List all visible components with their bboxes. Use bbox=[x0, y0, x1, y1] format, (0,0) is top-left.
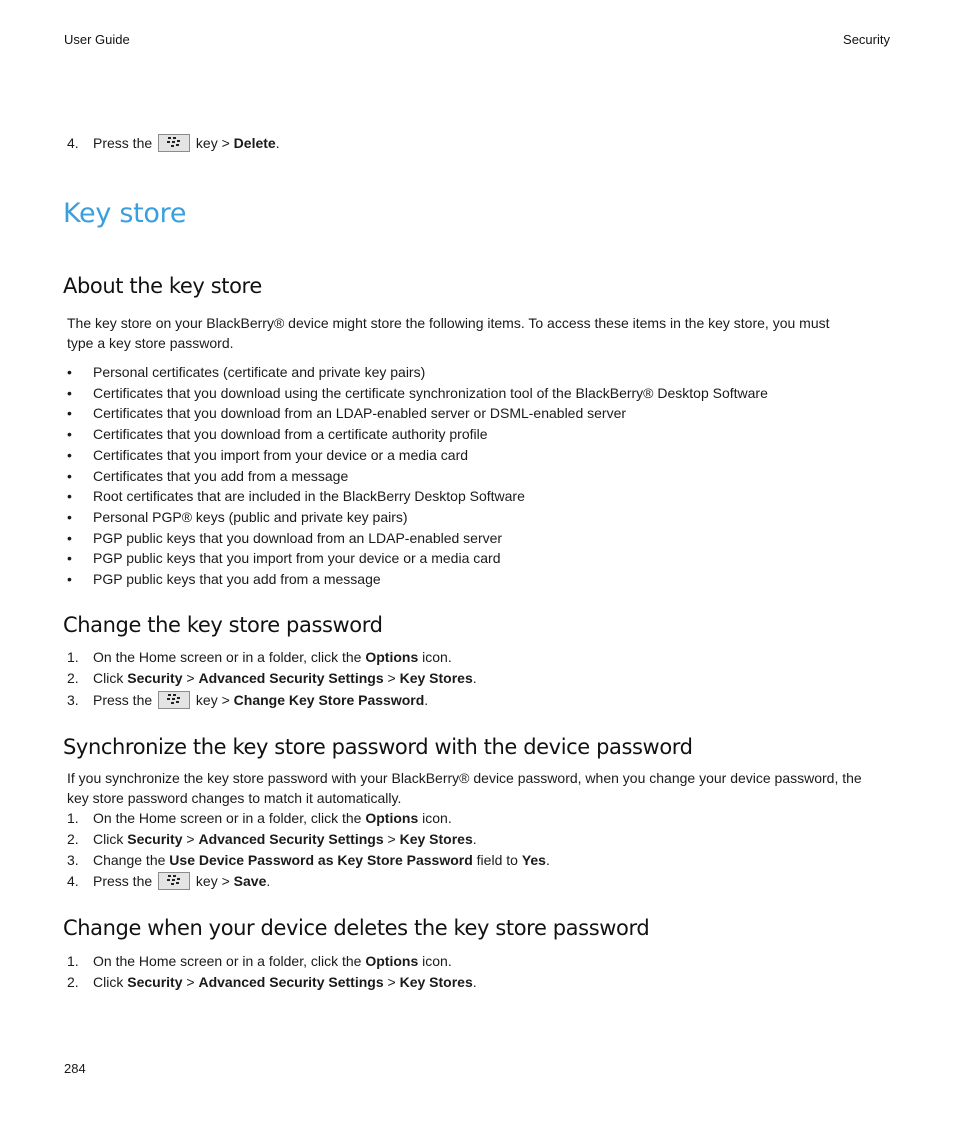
sync-intro: If you synchronize the key store passwor… bbox=[67, 770, 862, 806]
list-item: • Certificates that you add from a messag… bbox=[67, 467, 349, 484]
section-heading-about: About the key store bbox=[63, 274, 262, 298]
step-item: 1. On the Home screen or in a folder, cli… bbox=[67, 953, 452, 969]
step-item: 2. Click Security > Advanced Security Set… bbox=[67, 831, 477, 847]
list-item: • Personal certificates (certificate and … bbox=[67, 364, 426, 380]
list-item: • Certificates that you download from a c… bbox=[67, 426, 488, 443]
list-item: • Certificates that you download using th… bbox=[67, 384, 768, 401]
step-item: 4. Press the key > Save. bbox=[67, 872, 271, 890]
blackberry-menu-key-icon bbox=[158, 872, 191, 890]
page-title: Key store bbox=[63, 198, 187, 229]
running-header-title: User Guide bbox=[64, 32, 130, 47]
list-item: • Certificates that you import from your … bbox=[67, 446, 469, 463]
list-item: • Certificates that you download from an … bbox=[67, 405, 627, 422]
list-item: • Root certificates that are included in … bbox=[67, 488, 525, 505]
section-heading-sync-password: Synchronize the key store password with … bbox=[63, 735, 693, 759]
list-item: • Personal PGP® keys (public and private … bbox=[67, 508, 408, 525]
about-intro: The key store on your BlackBerry® device… bbox=[67, 315, 830, 351]
key-store-items-list: • Personal certificates (certificate and … bbox=[67, 362, 768, 590]
step-item: 2. Click Security > Advanced Security Set… bbox=[67, 974, 477, 990]
step-item: 2. Click Security > Advanced Security Set… bbox=[67, 670, 477, 686]
step-item: 1. On the Home screen or in a folder, cli… bbox=[67, 810, 452, 826]
step-item: 1. On the Home screen or in a folder, cli… bbox=[67, 649, 452, 665]
running-header-section: Security bbox=[843, 32, 890, 47]
step-number: 4. bbox=[67, 135, 79, 151]
blackberry-menu-key-icon bbox=[158, 134, 191, 152]
page-number: 284 bbox=[64, 1061, 86, 1076]
list-item: • PGP public keys that you import from yo… bbox=[67, 550, 501, 567]
list-item: • PGP public keys that you add from a mes… bbox=[67, 571, 381, 588]
step-item: 3. Change the Use Device Password as Key … bbox=[67, 852, 550, 868]
list-item: • PGP public keys that you download from … bbox=[67, 529, 503, 546]
section-heading-change-password: Change the key store password bbox=[63, 613, 383, 637]
step-item: 4. Press the key > Delete. bbox=[67, 134, 280, 152]
step-item: 3. Press the key > Change Key Store Passw… bbox=[67, 691, 429, 709]
section-heading-delete-password: Change when your device deletes the key … bbox=[63, 916, 650, 940]
blackberry-menu-key-icon bbox=[158, 691, 191, 709]
